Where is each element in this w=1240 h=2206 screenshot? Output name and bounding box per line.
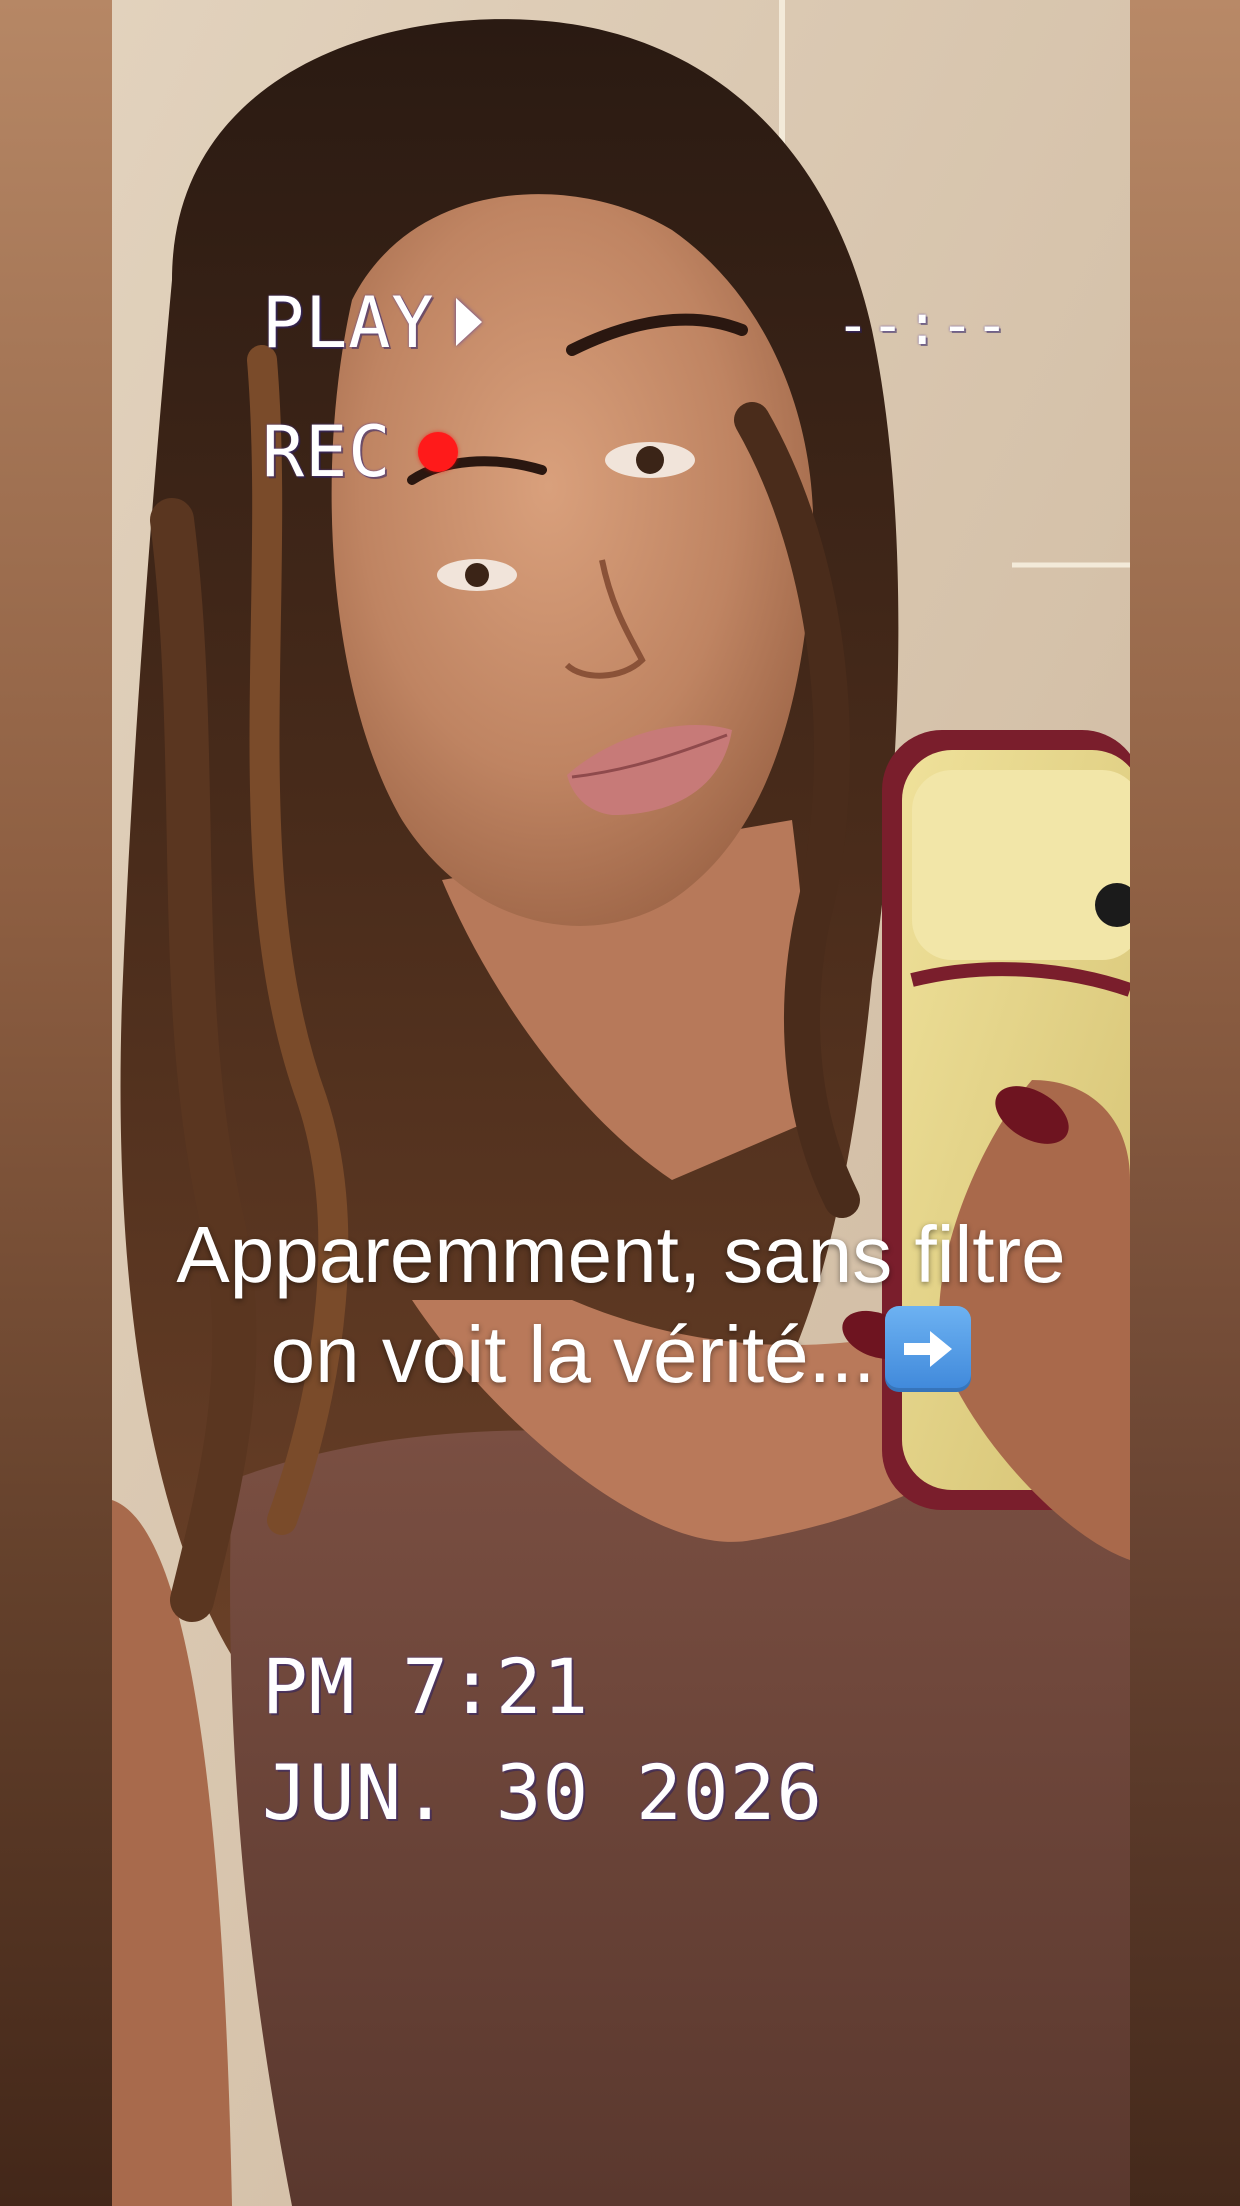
- right-background-band: [1130, 0, 1240, 2206]
- time-display: PM 7:21: [262, 1642, 590, 1731]
- play-label: PLAY: [262, 282, 435, 364]
- play-icon: [456, 298, 482, 346]
- recording-dot-icon: [418, 432, 458, 472]
- rec-label: REC: [262, 411, 392, 493]
- date-display: JUN. 30 2026: [262, 1748, 824, 1837]
- caption-line-1: Apparemment, sans filtre: [176, 1210, 1066, 1299]
- timecode: --:--: [836, 293, 1010, 358]
- caption-text: Apparemment, sans filtre on voit la véri…: [112, 1205, 1130, 1405]
- caption-line-2: on voit la vérité...: [270, 1310, 876, 1399]
- right-arrow-icon: [885, 1306, 972, 1392]
- left-background-band: [0, 0, 112, 2206]
- caption-line-2-wrapper: on voit la vérité...: [112, 1305, 1130, 1405]
